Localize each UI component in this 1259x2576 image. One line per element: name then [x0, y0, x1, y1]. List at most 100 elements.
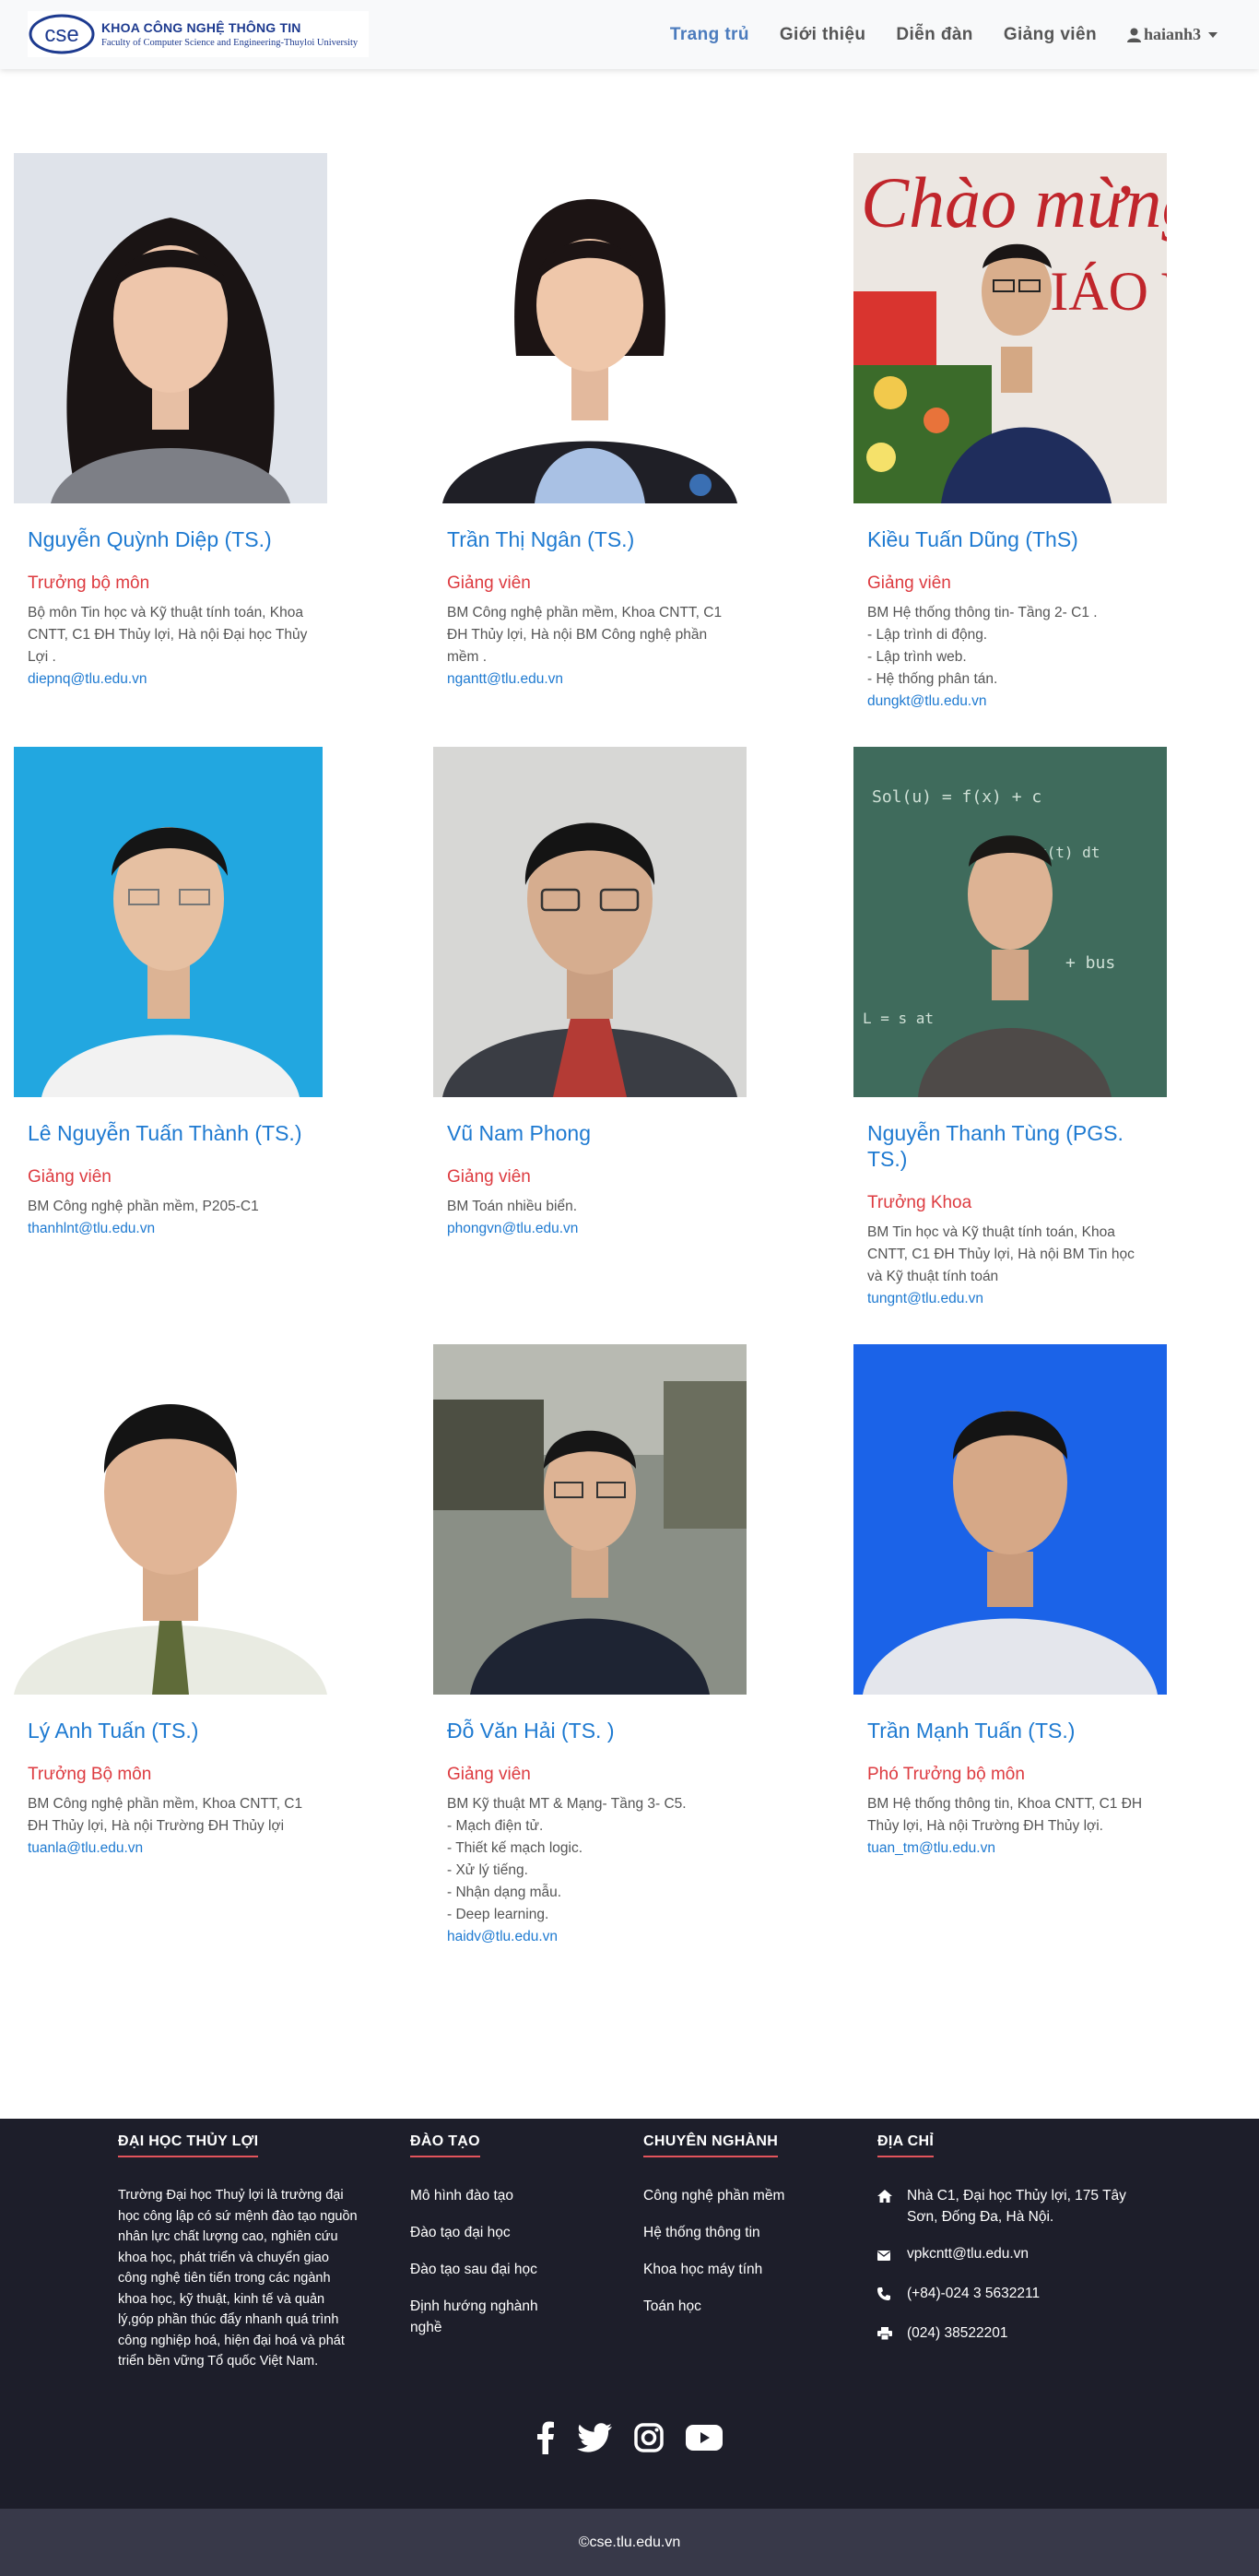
- lecturer-photo: [853, 1344, 1167, 1695]
- social-links: [516, 2421, 743, 2454]
- footer-about-text: Trường Đại học Thuỷ lợi là trường đại họ…: [118, 2188, 358, 2369]
- lecturer-name[interactable]: Nguyễn Thanh Tùng (PGS. TS.): [867, 1120, 1153, 1172]
- footer-training: ĐÀO TẠO Mô hình đào tạo Đào tạo đại học …: [410, 2133, 567, 2354]
- lecturer-description: BM Công nghệ phần mềm, Khoa CNTT, C1 ĐH …: [28, 1796, 303, 1834]
- footer-phone: (+84)-024 3 5632211: [877, 2283, 1135, 2307]
- lecturer-photo: Chào mừng GIÁO VIÊ: [853, 153, 1167, 503]
- lecturer-role: Trưởng Khoa: [867, 1193, 972, 1212]
- lecturer-email-link[interactable]: ngantt@tlu.edu.vn: [447, 668, 733, 691]
- lecturer-role: Giảng viên: [447, 1167, 531, 1187]
- lecturer-card: Lê Nguyễn Tuấn Thành (TS.) Giảng viên BM…: [14, 747, 327, 1240]
- nav-lecturers[interactable]: Giảng viên: [1004, 25, 1097, 45]
- lecturer-email-link[interactable]: tuanla@tlu.edu.vn: [28, 1837, 313, 1860]
- footer-link-postgraduate[interactable]: Đào tạo sau đại học: [410, 2259, 567, 2280]
- lecturer-description: BM Kỹ thuật MT & Mạng- Tầng 3- C5. - Mạc…: [447, 1796, 687, 1922]
- lecturer-name[interactable]: Đỗ Văn Hải (TS. ): [447, 1718, 733, 1743]
- lecturer-name[interactable]: Nguyễn Quỳnh Diệp (TS.): [28, 526, 313, 552]
- footer-contact-heading: ĐỊA CHỈ: [877, 2133, 935, 2157]
- logo-title: KHOA CÔNG NGHỆ THÔNG TIN: [101, 20, 301, 35]
- lecturer-description: BM Công nghệ phần mềm, P205-C1: [28, 1199, 259, 1214]
- cse-logo-icon: cse: [28, 12, 96, 56]
- user-icon: [1126, 28, 1141, 42]
- site-footer: ĐẠI HỌC THỦY LỢI Trường Đại học Thuỷ lợi…: [0, 2119, 1259, 2509]
- footer-majors-heading: CHUYÊN NGHÀNH: [643, 2133, 779, 2157]
- copyright-text: ©cse.tlu.edu.vn: [578, 2534, 681, 2550]
- svg-text:+ bus: + bus: [1065, 953, 1115, 973]
- lecturer-card: Trần Thị Ngân (TS.) Giảng viên BM Công n…: [433, 153, 747, 691]
- footer-fax: (024) 38522201: [877, 2322, 1135, 2346]
- nav-forum[interactable]: Diễn đàn: [896, 25, 972, 45]
- lecturer-card: Vũ Nam Phong Giảng viên BM Toán nhiều bi…: [433, 747, 747, 1240]
- lecturer-email-link[interactable]: tuan_tm@tlu.edu.vn: [867, 1837, 1153, 1860]
- footer-link-information-systems[interactable]: Hệ thống thông tin: [643, 2222, 784, 2243]
- lecturer-card: Sol(u) = f(x) + c x(t) dt + bus L = s at…: [853, 747, 1167, 1310]
- lecturer-name[interactable]: Lý Anh Tuấn (TS.): [28, 1718, 313, 1743]
- lecturer-description: Bộ môn Tin học và Kỹ thuật tính toán, Kh…: [28, 605, 308, 665]
- chevron-down-icon: [1208, 31, 1218, 38]
- site-logo[interactable]: cse KHOA CÔNG NGHỆ THÔNG TIN Faculty of …: [28, 11, 369, 57]
- svg-text:Chào mừng: Chào mừng: [861, 162, 1167, 242]
- logo-subtitle: Faculty of Computer Science and Engineer…: [101, 38, 359, 48]
- lecturer-role: Giảng viên: [447, 1765, 531, 1784]
- svg-text:L = s at: L = s at: [863, 1010, 934, 1027]
- footer-majors: CHUYÊN NGHÀNH Công nghệ phần mềm Hệ thốn…: [643, 2133, 784, 2333]
- footer-link-mathematics[interactable]: Toán học: [643, 2296, 784, 2317]
- lecturer-description: BM Hệ thống thông tin, Khoa CNTT, C1 ĐH …: [867, 1796, 1143, 1834]
- footer-link-software-engineering[interactable]: Công nghệ phần mềm: [643, 2185, 784, 2206]
- lecturer-email-link[interactable]: dungkt@tlu.edu.vn: [867, 691, 1153, 713]
- lecturer-name[interactable]: Trần Mạnh Tuấn (TS.): [867, 1718, 1153, 1743]
- lecturer-email-link[interactable]: haidv@tlu.edu.vn: [447, 1926, 733, 1948]
- nav-about[interactable]: Giới thiệu: [780, 25, 866, 45]
- youtube-icon[interactable]: [686, 2425, 723, 2451]
- lecturer-role: Giảng viên: [447, 573, 531, 593]
- nav-home[interactable]: Trang trủ: [670, 25, 749, 45]
- lecturer-email-link[interactable]: tungnt@tlu.edu.vn: [867, 1288, 1153, 1310]
- lecturer-name[interactable]: Kiều Tuấn Dũng (ThS): [867, 526, 1153, 552]
- lecturer-role: Phó Trưởng bộ môn: [867, 1765, 1025, 1784]
- footer-training-heading: ĐÀO TẠO: [410, 2133, 480, 2157]
- lecturer-description: BM Công nghệ phần mềm, Khoa CNTT, C1 ĐH …: [447, 605, 723, 665]
- main-nav: Trang trủ Giới thiệu Diễn đàn Giảng viên…: [640, 0, 1218, 69]
- footer-link-training-model[interactable]: Mô hình đào tạo: [410, 2185, 567, 2206]
- lecturer-photo: Sol(u) = f(x) + c x(t) dt + bus L = s at: [853, 747, 1167, 1097]
- top-navbar: cse KHOA CÔNG NGHỆ THÔNG TIN Faculty of …: [0, 0, 1259, 69]
- footer-about-heading: ĐẠI HỌC THỦY LỢI: [118, 2133, 259, 2157]
- lecturer-description: BM Toán nhiều biển.: [447, 1199, 578, 1214]
- instagram-icon[interactable]: [634, 2423, 664, 2452]
- footer-link-undergraduate[interactable]: Đào tạo đại học: [410, 2222, 567, 2243]
- lecturer-role: Giảng viên: [28, 1167, 112, 1187]
- lecturer-role: Trưởng bộ môn: [28, 573, 150, 593]
- footer-email[interactable]: vpkcntt@tlu.edu.vn: [877, 2243, 1135, 2267]
- lecturer-card: Lý Anh Tuấn (TS.) Trưởng Bộ môn BM Công …: [14, 1344, 327, 1860]
- footer-about: ĐẠI HỌC THỦY LỢI Trường Đại học Thuỷ lợi…: [118, 2133, 359, 2372]
- lecturer-email-link[interactable]: phongvn@tlu.edu.vn: [447, 1218, 733, 1240]
- lecturer-photo: [433, 1344, 747, 1695]
- svg-text:Sol(u) = f(x) + c: Sol(u) = f(x) + c: [872, 787, 1041, 807]
- lecturer-photo: [14, 747, 327, 1097]
- svg-text:cse: cse: [44, 22, 78, 47]
- lecturer-description: BM Hệ thống thông tin- Tầng 2- C1 . - Lậ…: [867, 605, 1098, 687]
- copyright-bar: ©cse.tlu.edu.vn: [0, 2509, 1259, 2576]
- lecturer-photo: [14, 1344, 327, 1695]
- lecturer-email-link[interactable]: thanhlnt@tlu.edu.vn: [28, 1218, 313, 1240]
- envelope-icon: [877, 2243, 907, 2267]
- lecturer-photo: [433, 747, 747, 1097]
- lecturer-name[interactable]: Vũ Nam Phong: [447, 1120, 733, 1146]
- user-menu-dropdown[interactable]: haianh3: [1126, 25, 1218, 44]
- lecturer-card: Đỗ Văn Hải (TS. ) Giảng viên BM Kỹ thuật…: [433, 1344, 747, 1948]
- home-icon: [877, 2185, 907, 2227]
- lecturer-card: Chào mừng GIÁO VIÊ Kiều Tuấn Dũng (ThS) …: [853, 153, 1167, 713]
- lecturer-name[interactable]: Lê Nguyễn Tuấn Thành (TS.): [28, 1120, 313, 1146]
- facebook-icon[interactable]: [536, 2421, 555, 2454]
- twitter-icon[interactable]: [577, 2423, 612, 2452]
- footer-link-computer-science[interactable]: Khoa học máy tính: [643, 2259, 784, 2280]
- printer-icon: [877, 2322, 907, 2346]
- lecturer-role: Giảng viên: [867, 573, 951, 593]
- footer-link-career-orientation[interactable]: Định hướng nghành nghề: [410, 2296, 567, 2338]
- user-name: haianh3: [1143, 25, 1201, 43]
- footer-address: Nhà C1, Đại học Thủy lợi, 175 Tây Sơn, Đ…: [877, 2185, 1135, 2227]
- lecturer-name[interactable]: Trần Thị Ngân (TS.): [447, 526, 733, 552]
- lecturer-card: Nguyễn Quỳnh Diệp (TS.) Trưởng bộ môn Bộ…: [14, 153, 327, 691]
- lecturer-card: Trần Mạnh Tuấn (TS.) Phó Trưởng bộ môn B…: [853, 1344, 1167, 1860]
- lecturer-email-link[interactable]: diepnq@tlu.edu.vn: [28, 668, 313, 691]
